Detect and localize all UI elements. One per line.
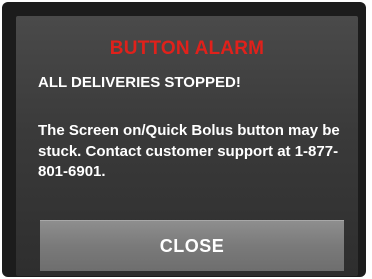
alarm-message: The Screen on/Quick Bolus button may be … (38, 122, 340, 180)
alarm-headline: ALL DELIVERIES STOPPED! (38, 74, 241, 91)
alarm-title: BUTTON ALARM (109, 38, 265, 59)
close-button[interactable]: CLOSE (40, 220, 344, 271)
device-bezel: BUTTON ALARM ALL DELIVERIES STOPPED! The… (2, 2, 366, 277)
alarm-dialog: BUTTON ALARM ALL DELIVERIES STOPPED! The… (16, 16, 358, 276)
close-button-label: CLOSE (159, 235, 225, 256)
